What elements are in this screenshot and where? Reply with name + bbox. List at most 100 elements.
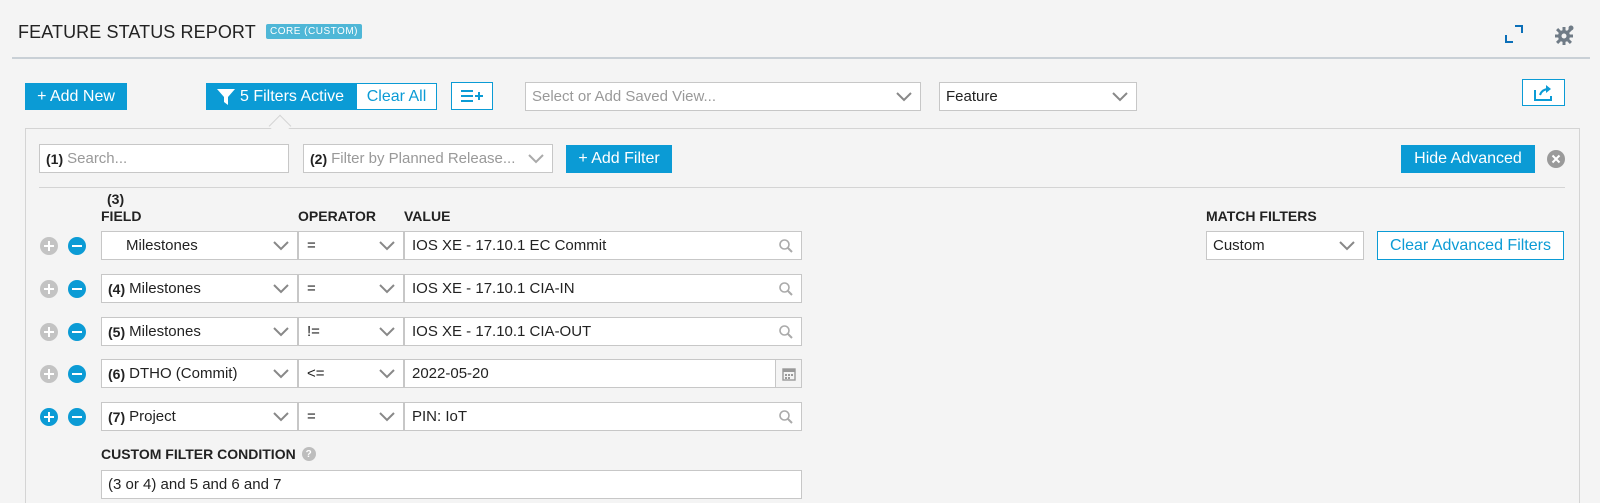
clear-all-button[interactable]: Clear All — [356, 83, 437, 110]
add-row-icon[interactable] — [40, 408, 58, 426]
value-input-text: IOS XE - 17.10.1 EC Commit — [412, 237, 607, 254]
chevron-down-icon — [896, 91, 912, 101]
chevron-down-icon — [379, 327, 395, 337]
calendar-button[interactable] — [775, 360, 801, 387]
value-input-text: PIN: IoT — [412, 408, 468, 425]
filter-row: (4) Milestones = IOS XE - 17.10.1 CIA-IN — [0, 274, 1600, 303]
add-filter-button[interactable]: + Add Filter — [566, 145, 672, 173]
field-select[interactable]: (6) DTHO (Commit) — [101, 359, 298, 388]
field-select[interactable]: (4) Milestones — [101, 274, 298, 303]
chevron-down-icon — [379, 369, 395, 379]
search-icon[interactable] — [779, 325, 793, 339]
field-select-value: Milestones — [129, 280, 201, 297]
header-divider — [12, 57, 1590, 59]
search-icon[interactable] — [779, 282, 793, 296]
field-column-header: FIELD — [101, 208, 142, 224]
chevron-down-icon — [379, 284, 395, 294]
release-placeholder: Filter by Planned Release... — [331, 150, 516, 167]
expand-icon[interactable] — [1504, 24, 1524, 44]
match-filters-select[interactable]: Custom — [1206, 231, 1364, 260]
operator-select[interactable]: = — [298, 274, 404, 303]
panel-divider — [39, 187, 1565, 188]
value-input[interactable]: IOS XE - 17.10.1 CIA-OUT — [404, 317, 802, 346]
field-select-value: Milestones — [126, 237, 198, 254]
match-filters-header: MATCH FILTERS — [1206, 208, 1317, 224]
chevron-down-icon — [379, 241, 395, 251]
operator-column-header: OPERATOR — [298, 208, 377, 224]
custom-filter-condition-value: (3 or 4) and 5 and 6 and 7 — [108, 476, 282, 493]
add-row-icon[interactable] — [40, 365, 58, 383]
planned-release-select[interactable]: (2) Filter by Planned Release... — [303, 144, 553, 173]
date-input[interactable]: 2022-05-20 — [404, 359, 802, 388]
export-icon — [1533, 84, 1552, 101]
filter-row: (6) DTHO (Commit) <= 2022-05-20 — [0, 359, 1600, 388]
chevron-down-icon — [273, 369, 289, 379]
chevron-down-icon — [528, 153, 544, 163]
remove-row-icon[interactable] — [68, 323, 86, 341]
page-title: FEATURE STATUS REPORT — [18, 22, 256, 42]
type-select-value: Feature — [946, 88, 998, 105]
remove-row-icon[interactable] — [68, 365, 86, 383]
chevron-down-icon — [273, 412, 289, 422]
search-placeholder: Search... — [67, 150, 128, 167]
filters-active-button[interactable]: 5 Filters Active — [206, 83, 356, 110]
chevron-down-icon — [273, 327, 289, 337]
operator-select[interactable]: <= — [298, 359, 404, 388]
field-select[interactable]: (5) Milestones — [101, 317, 298, 346]
add-row-icon[interactable] — [40, 280, 58, 298]
filter-number: (4) — [108, 280, 126, 297]
remove-row-icon[interactable] — [68, 280, 86, 298]
operator-select-value: != — [307, 323, 320, 340]
add-column-button[interactable] — [451, 82, 493, 110]
search-icon[interactable] — [779, 410, 793, 424]
chevron-down-icon — [273, 241, 289, 251]
chevron-down-icon — [1112, 91, 1128, 101]
search-input[interactable]: (1) Search... — [39, 144, 289, 173]
value-input[interactable]: IOS XE - 17.10.1 CIA-IN — [404, 274, 802, 303]
custom-filter-condition-input[interactable]: (3 or 4) and 5 and 6 and 7 — [101, 470, 802, 499]
core-badge: CORE (CUSTOM) — [266, 24, 362, 39]
filter-number: (1) — [46, 150, 64, 167]
field-select-value: DTHO (Commit) — [129, 365, 238, 382]
search-icon[interactable] — [779, 239, 793, 253]
field-select-value: Milestones — [129, 323, 201, 340]
clear-advanced-filters-button[interactable]: Clear Advanced Filters — [1377, 231, 1564, 260]
operator-select[interactable]: = — [298, 231, 404, 260]
add-row-icon[interactable] — [40, 323, 58, 341]
chevron-down-icon — [1339, 240, 1355, 250]
add-row-icon[interactable] — [40, 237, 58, 255]
saved-view-select[interactable]: Select or Add Saved View... — [525, 82, 921, 111]
help-icon[interactable]: ? — [301, 447, 316, 461]
close-icon[interactable] — [1547, 150, 1565, 168]
filter-number: (7) — [108, 408, 126, 425]
operator-select[interactable]: = — [298, 402, 404, 431]
operator-select[interactable]: != — [298, 317, 404, 346]
custom-filter-condition-label: CUSTOM FILTER CONDITION ? — [101, 446, 316, 462]
remove-row-icon[interactable] — [68, 237, 86, 255]
match-filters-value: Custom — [1213, 237, 1265, 254]
filter-number: (5) — [108, 323, 126, 340]
value-input[interactable]: PIN: IoT — [404, 402, 802, 431]
value-column-header: VALUE — [404, 208, 451, 224]
add-new-button[interactable]: + Add New — [25, 83, 127, 110]
field-select[interactable]: (7) Project — [101, 402, 298, 431]
field-select-value: Project — [129, 408, 176, 425]
field-select[interactable]: Milestones — [101, 231, 298, 260]
custom-filter-condition-text: CUSTOM FILTER CONDITION — [101, 446, 296, 462]
value-input-text: IOS XE - 17.10.1 CIA-OUT — [412, 323, 592, 340]
export-button[interactable] — [1522, 79, 1565, 106]
operator-select-value: = — [307, 237, 316, 254]
saved-view-placeholder: Select or Add Saved View... — [532, 88, 717, 105]
operator-select-value: = — [307, 408, 316, 425]
filter-icon — [217, 88, 235, 105]
filter-row: (7) Project = PIN: IoT — [0, 402, 1600, 431]
type-select[interactable]: Feature — [939, 82, 1137, 111]
calendar-icon — [781, 367, 796, 381]
gear-icon[interactable] — [1554, 24, 1576, 46]
chevron-down-icon — [273, 284, 289, 294]
value-input-text: 2022-05-20 — [412, 365, 489, 382]
hide-advanced-button[interactable]: Hide Advanced — [1401, 145, 1535, 173]
remove-row-icon[interactable] — [68, 408, 86, 426]
chevron-down-icon — [379, 412, 395, 422]
value-input[interactable]: IOS XE - 17.10.1 EC Commit — [404, 231, 802, 260]
